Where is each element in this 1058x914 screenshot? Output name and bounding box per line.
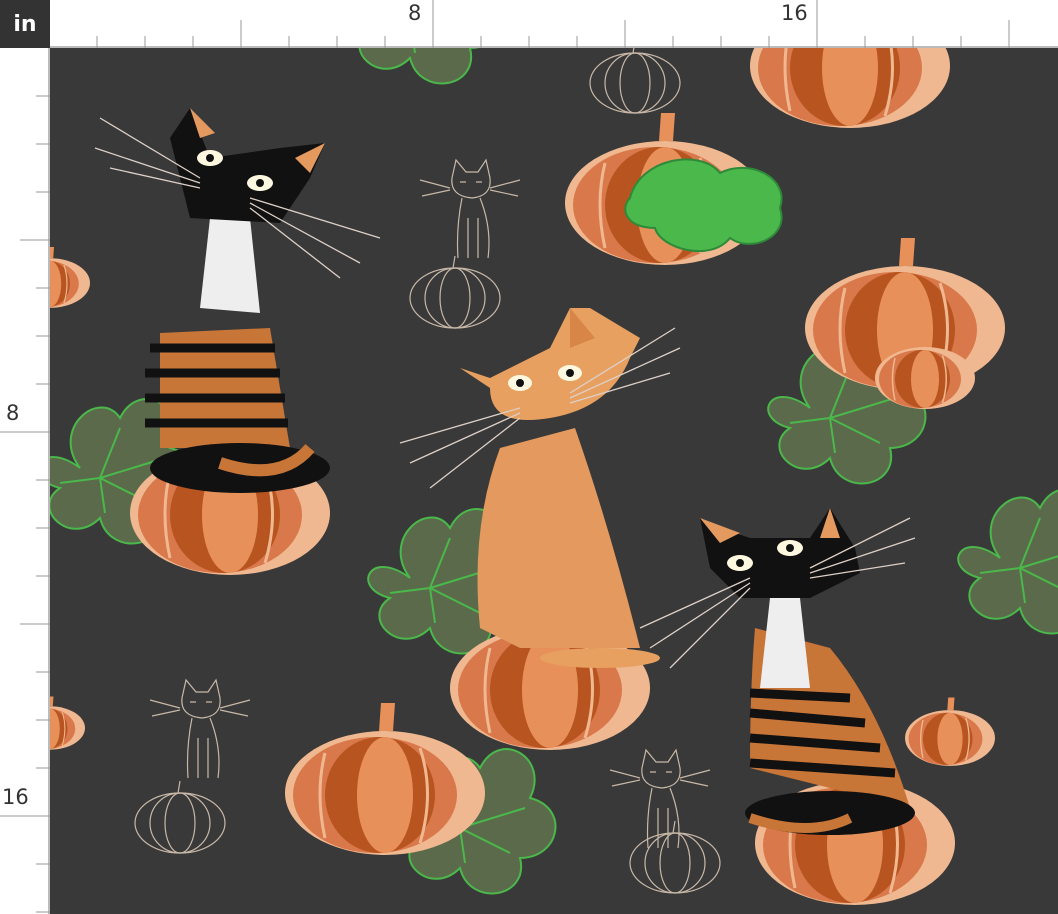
pumpkin-edge-left	[50, 246, 91, 309]
left-ruler-label-8: 8	[6, 401, 20, 425]
sketch-cat-3	[609, 749, 711, 849]
sketch-pumpkin-1	[409, 255, 501, 329]
leaf-top	[347, 48, 507, 85]
pumpkin-small-mid-right	[904, 696, 996, 767]
top-ruler-label-16: 16	[781, 1, 808, 25]
fabric-preview	[50, 48, 1058, 914]
left-ruler: 8 16	[0, 48, 50, 914]
pumpkin-bottom-left	[283, 701, 487, 857]
sketch-pumpkin-3	[134, 780, 226, 854]
black-cat-right	[639, 508, 916, 835]
unit-label: in	[0, 0, 50, 48]
pumpkin-edge-left-small	[50, 695, 86, 751]
sketch-pumpkin-4	[629, 820, 721, 894]
top-ruler: 8 16	[50, 0, 1058, 48]
sketch-cat-1	[419, 159, 521, 259]
top-ruler-ticks	[96, 0, 1010, 48]
fabric-pattern	[50, 48, 1058, 907]
top-ruler-label-8: 8	[408, 1, 422, 25]
leaf-right-edge	[957, 488, 1058, 635]
sketch-pumpkin-2	[589, 48, 681, 114]
sketch-cat-2	[149, 679, 251, 779]
left-ruler-label-16: 16	[2, 785, 29, 809]
pumpkin-top-right	[748, 48, 952, 130]
